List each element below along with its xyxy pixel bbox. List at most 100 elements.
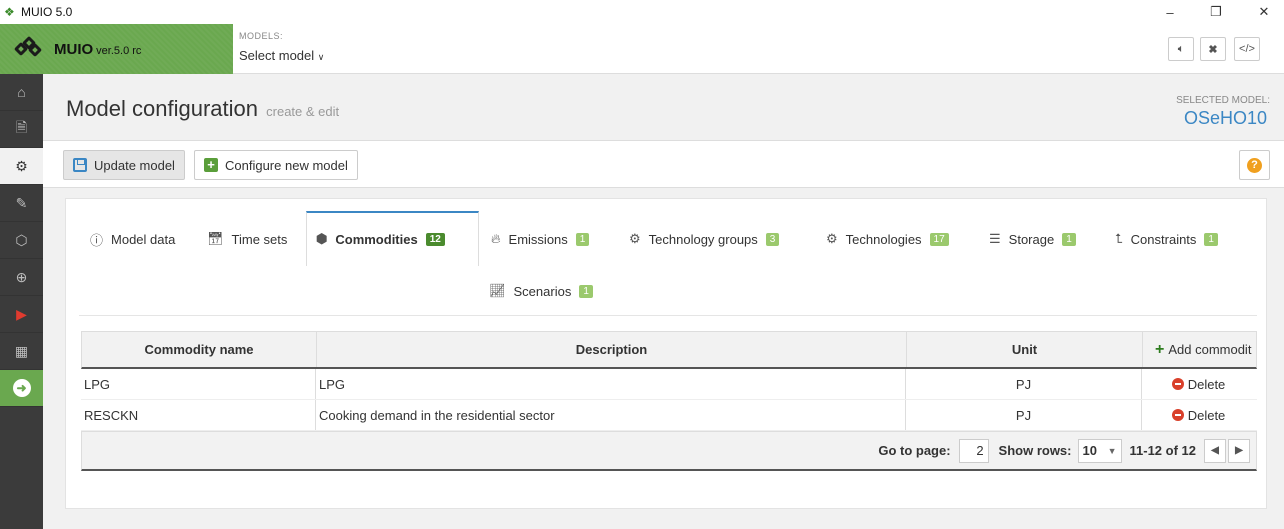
- tab-label: Model data: [111, 231, 176, 247]
- gears-icon: ⚙: [629, 231, 641, 246]
- caret-right-icon: ▶: [1235, 445, 1243, 456]
- expand-icon: ✖: [1208, 43, 1218, 56]
- sidebar-item-config[interactable]: ⚙: [0, 148, 43, 185]
- rows-per-page-select[interactable]: 10 ▼: [1077, 438, 1122, 463]
- maximize-button[interactable]: ❐: [1196, 0, 1236, 24]
- window-titlebar: ❖ MUIO 5.0 – ❐ ✕: [0, 0, 1284, 24]
- fire-icon: 🔥︎: [491, 231, 501, 246]
- sidebar: ⌂ 🗎︎ ⚙ ✎ ⬡ ⊕ ▶ ▦ ➜: [0, 74, 43, 529]
- tab-label: Technologies: [845, 231, 922, 247]
- code-icon: </>: [1239, 43, 1255, 55]
- tab-constraints[interactable]: ⮤ Constraints 1: [1115, 229, 1218, 249]
- tab-count-badge: 3: [765, 232, 780, 246]
- add-commodity-label: Add commodit: [1168, 342, 1252, 357]
- sidebar-item-search[interactable]: ⊕: [0, 259, 43, 296]
- gears-icon: ⚙: [15, 157, 28, 174]
- cell-unit[interactable]: PJ: [906, 400, 1142, 430]
- sidebar-item-go[interactable]: ➜: [0, 370, 43, 407]
- selected-model-value: OSeHO10: [1183, 108, 1267, 128]
- page-title: Model configuration create & edit: [66, 96, 340, 121]
- speaker-icon: 🔈︎: [1177, 42, 1185, 55]
- play-icon: ▶: [16, 305, 27, 322]
- caret-left-icon: ◀: [1211, 445, 1219, 456]
- commodities-table: Commodity name Description Unit + Add co…: [81, 331, 1257, 471]
- sound-button[interactable]: 🔈︎: [1168, 37, 1194, 61]
- code-button[interactable]: </>: [1234, 37, 1260, 61]
- next-page-button[interactable]: ▶: [1228, 438, 1250, 463]
- tab-model-data[interactable]: ⓘ Model data: [90, 229, 175, 249]
- caret-down-icon: ▼: [1107, 445, 1117, 456]
- tab-scenarios[interactable]: 📈︎ Scenarios 1: [489, 281, 593, 301]
- sidebar-item-document[interactable]: 🗎︎: [0, 111, 43, 148]
- tab-count-badge: 1: [1062, 232, 1076, 246]
- tab-label: Emissions: [508, 231, 568, 247]
- model-selector[interactable]: Select model ∨: [239, 48, 324, 63]
- tab-technology-groups[interactable]: ⚙ Technology groups 3: [629, 229, 780, 249]
- delete-label: Delete: [1187, 407, 1226, 423]
- table-header: Commodity name Description Unit + Add co…: [81, 331, 1257, 369]
- tab-count-badge: 17: [929, 232, 949, 246]
- app-logo-icon: ❖: [4, 5, 15, 19]
- calendar-icon: 📅︎: [207, 231, 224, 246]
- configure-new-model-button[interactable]: + Configure new model: [194, 150, 358, 180]
- sidebar-item-run[interactable]: ▶: [0, 296, 43, 333]
- database-icon: ☰: [989, 231, 1001, 246]
- info-icon: ⓘ: [90, 232, 104, 248]
- sidebar-item-edit[interactable]: ✎: [0, 185, 43, 222]
- question-icon: ?: [1247, 157, 1262, 173]
- tab-emissions[interactable]: 🔥︎ Emissions 1: [491, 229, 590, 249]
- network-icon: ⬡: [15, 231, 28, 248]
- gear-icon: ⚙: [826, 231, 838, 246]
- update-model-label: Update model: [94, 157, 175, 173]
- brand-version: ver.5.0 rc: [96, 44, 142, 57]
- cell-description[interactable]: Cooking demand in the residential sector: [316, 400, 906, 430]
- sidebar-item-network[interactable]: ⬡: [0, 222, 43, 259]
- tab-label: Storage: [1008, 231, 1055, 247]
- tab-time-sets[interactable]: 📅︎ Time sets: [207, 229, 287, 249]
- page-range: 11-12 of 12: [1129, 443, 1197, 458]
- add-commodity-button[interactable]: + Add commodit: [1143, 332, 1256, 367]
- cell-name[interactable]: LPG: [81, 369, 316, 399]
- brand-bar[interactable]: MUIO ver.5.0 rc: [0, 24, 233, 74]
- column-header-unit[interactable]: Unit: [907, 332, 1143, 367]
- tab-count-badge: 1: [575, 232, 590, 246]
- cell-name[interactable]: RESCKN: [81, 400, 316, 430]
- brand-name: MUIO ver.5.0 rc: [54, 40, 142, 58]
- sidebar-item-table[interactable]: ▦: [0, 333, 43, 370]
- page-subtitle: create & edit: [266, 104, 340, 119]
- show-rows-label: Show rows:: [998, 443, 1072, 458]
- share-icon: ⮤: [1115, 231, 1123, 246]
- cell-description[interactable]: LPG: [316, 369, 906, 399]
- action-toolbar: Update model + Configure new model ?: [43, 140, 1284, 188]
- cell-unit[interactable]: PJ: [906, 369, 1142, 399]
- close-button[interactable]: ✕: [1244, 0, 1284, 24]
- update-model-button[interactable]: Update model: [63, 150, 185, 180]
- tab-commodities[interactable]: ⬢ Commodities 12: [316, 229, 445, 249]
- line-chart-icon: 📈︎: [489, 283, 506, 298]
- table-row[interactable]: RESCKN Cooking demand in the residential…: [81, 400, 1257, 431]
- tab-storage[interactable]: ☰ Storage 1: [989, 229, 1076, 249]
- delete-button[interactable]: Delete: [1142, 400, 1255, 430]
- tab-label: Time sets: [231, 231, 288, 247]
- minus-circle-icon: [1171, 378, 1184, 390]
- column-header-name[interactable]: Commodity name: [82, 332, 317, 367]
- tab-technologies[interactable]: ⚙ Technologies 17: [826, 229, 949, 249]
- home-icon: ⌂: [17, 84, 26, 100]
- goto-page-input[interactable]: 2: [958, 438, 989, 463]
- delete-button[interactable]: Delete: [1142, 369, 1255, 399]
- plus-icon: +: [204, 158, 218, 172]
- help-button[interactable]: ?: [1239, 150, 1270, 180]
- column-header-description[interactable]: Description: [317, 332, 907, 367]
- tab-label: Constraints: [1130, 231, 1197, 247]
- prev-page-button[interactable]: ◀: [1204, 438, 1226, 463]
- table-row[interactable]: LPG LPG PJ Delete: [81, 369, 1257, 400]
- minimize-button[interactable]: –: [1150, 0, 1190, 24]
- chevron-down-icon: ∨: [317, 52, 325, 62]
- window-title: MUIO 5.0: [21, 5, 73, 19]
- tab-label: Technology groups: [648, 231, 758, 247]
- fullscreen-button[interactable]: ✖: [1200, 37, 1226, 61]
- configure-new-model-label: Configure new model: [225, 157, 348, 173]
- sidebar-item-home[interactable]: ⌂: [0, 74, 43, 111]
- arrow-right-icon: ➜: [12, 379, 31, 397]
- table-icon: ▦: [14, 342, 29, 359]
